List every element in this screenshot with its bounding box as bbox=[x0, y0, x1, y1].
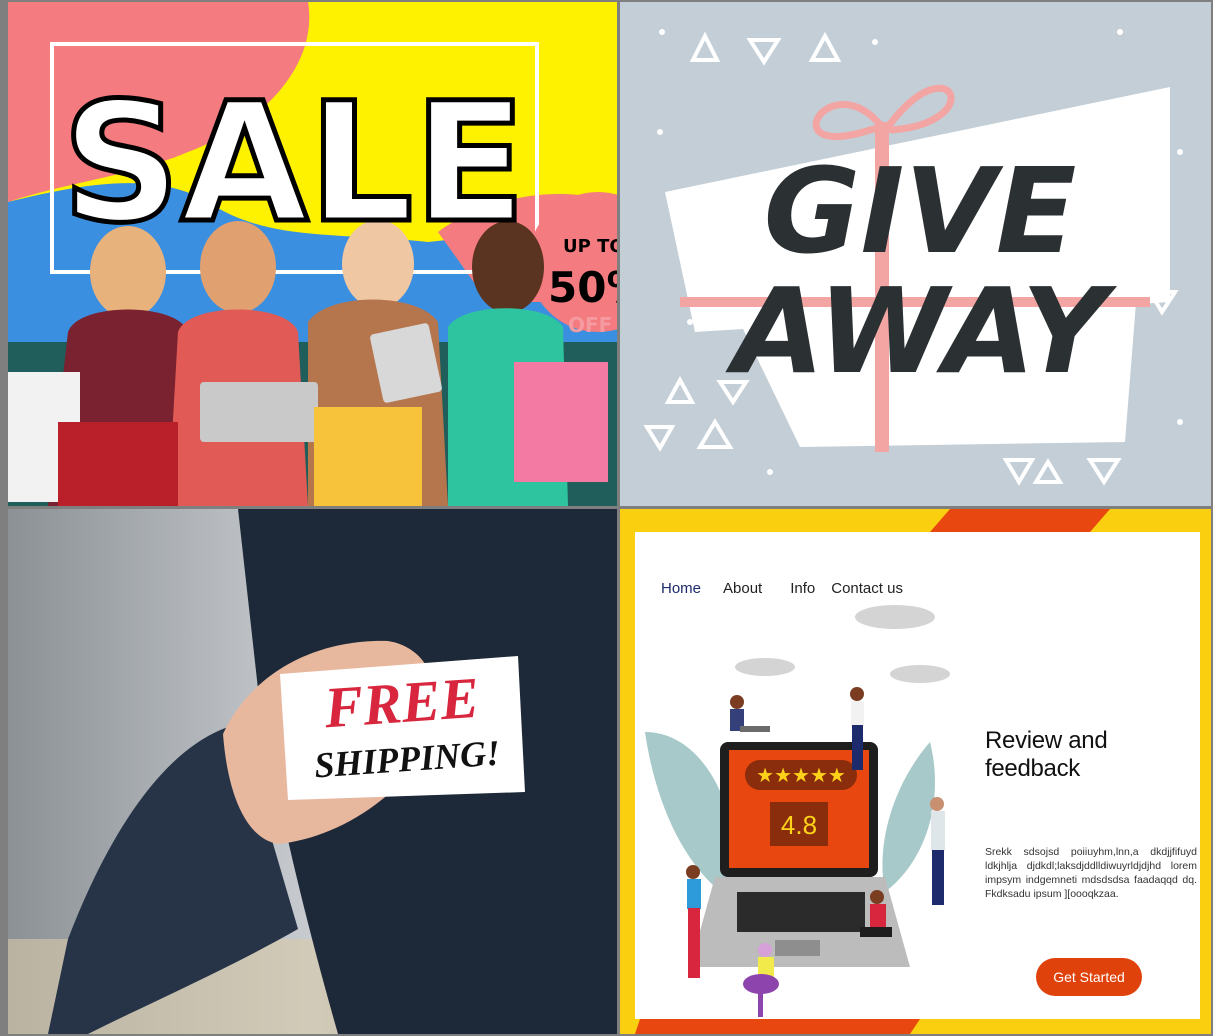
rating-value: 4.8 bbox=[781, 810, 817, 840]
giveaway-line1: GIVE bbox=[764, 142, 1077, 280]
giveaway-line2: AWAY bbox=[725, 262, 1118, 400]
sale-badge-off: OFF bbox=[568, 313, 612, 337]
image-collage: SALE UP TO 50% OFF bbox=[0, 0, 1213, 1036]
giveaway-illustration: GIVE AWAY bbox=[620, 2, 1211, 506]
cloud-icon bbox=[855, 605, 935, 629]
sale-headline: SALE bbox=[62, 67, 526, 259]
giveaway-tile: GIVE AWAY bbox=[620, 2, 1211, 506]
sale-illustration: SALE UP TO 50% OFF bbox=[8, 2, 617, 506]
review-body: Srekk sdsojsd poiiuyhm,lnn,a dkdjjfifuyd… bbox=[985, 846, 1197, 900]
free-text: FREE bbox=[321, 665, 481, 741]
sale-badge-percent: 50% bbox=[548, 263, 617, 312]
get-started-button[interactable]: Get Started bbox=[1036, 958, 1142, 996]
free-shipping-tile: FREE SHIPPING! bbox=[8, 509, 617, 1034]
cloud-icon bbox=[735, 658, 795, 676]
cloud-icon bbox=[890, 665, 950, 683]
star-rating-icon: ★★★★★ bbox=[756, 763, 846, 787]
sale-tile: SALE UP TO 50% OFF bbox=[8, 2, 617, 506]
review-landing-tile: Home About Info Contact us ★★★★★ 4.8 Rev… bbox=[620, 509, 1211, 1034]
review-illustration: ★★★★★ 4.8 bbox=[645, 605, 950, 1017]
sale-badge-upto: UP TO bbox=[563, 236, 617, 257]
free-shipping-photo: FREE SHIPPING! bbox=[8, 509, 617, 1034]
landing-page: Home About Info Contact us ★★★★★ 4.8 Rev… bbox=[635, 532, 1200, 1019]
review-title: Review and feedback bbox=[985, 727, 1108, 782]
